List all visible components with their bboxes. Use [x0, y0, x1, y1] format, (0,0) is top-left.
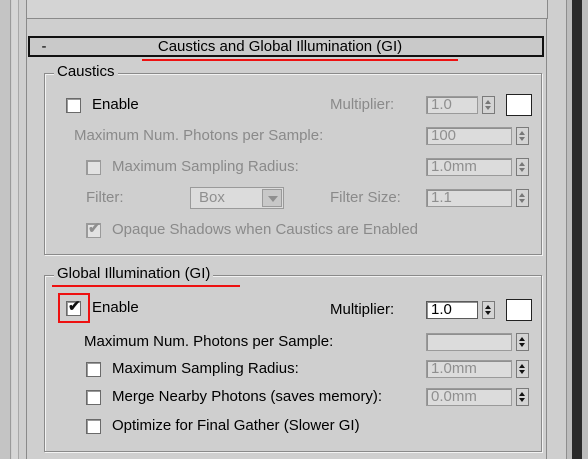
caustics-filter-size-label: Filter Size: [330, 189, 401, 206]
scrollbar-track[interactable] [572, 0, 582, 459]
collapse-icon[interactable]: - [30, 38, 58, 55]
gi-optimize-checkbox[interactable] [86, 419, 101, 434]
gi-max-photons-spinner[interactable] [516, 333, 529, 351]
annotation-box-enable [58, 293, 90, 323]
gi-multiplier-color-swatch[interactable] [506, 299, 532, 321]
gi-max-photons-label: Maximum Num. Photons per Sample: [84, 333, 334, 350]
right-scrollbar[interactable] [566, 0, 588, 459]
previous-rollout-bottom [26, 0, 548, 19]
caustics-filter-size-spinner[interactable] [516, 189, 529, 207]
gi-legend: Global Illumination (GI) [54, 266, 214, 282]
caustics-max-photons-label: Maximum Num. Photons per Sample: [74, 127, 324, 144]
left-panel-edge [0, 0, 11, 459]
caustics-multiplier-label: Multiplier: [330, 96, 395, 113]
gi-merge-photons-spinner[interactable] [516, 388, 529, 406]
left-panel-border [12, 0, 19, 459]
caustics-opaque-shadows-label: Opaque Shadows when Caustics are Enabled [112, 221, 419, 238]
caustics-max-radius-spinner[interactable] [516, 158, 529, 176]
gi-multiplier-field[interactable]: 1.0 [426, 301, 478, 319]
annotation-underline-gi [52, 285, 240, 287]
rollout-title[interactable]: Caustics and Global Illumination (GI) [58, 38, 502, 55]
gi-max-photons-field[interactable] [426, 333, 512, 351]
gi-max-radius-spinner[interactable] [516, 360, 529, 378]
caustics-legend: Caustics [54, 64, 118, 80]
gi-merge-photons-field[interactable]: 0.0mm [426, 388, 512, 406]
caustics-max-photons-field[interactable]: 100 [426, 127, 512, 145]
gi-merge-photons-label: Merge Nearby Photons (saves memory): [112, 388, 383, 405]
gi-multiplier-label: Multiplier: [330, 301, 395, 318]
caustics-multiplier-spinner[interactable] [482, 96, 495, 114]
caustics-filter-label: Filter: [86, 189, 124, 206]
gi-enable-label: Enable [92, 299, 139, 316]
caustics-multiplier-color-swatch[interactable] [506, 94, 532, 116]
caustics-multiplier-field[interactable]: 1.0 [426, 96, 478, 114]
panel-frame-right [546, 18, 547, 459]
caustics-filter-size-field[interactable]: 1.1 [426, 189, 512, 207]
caustics-max-photons-spinner[interactable] [516, 127, 529, 145]
checkmark-icon: ✔ [88, 220, 101, 237]
gi-multiplier-spinner[interactable] [482, 301, 495, 319]
caustics-max-radius-field[interactable]: 1.0mm [426, 158, 512, 176]
caustics-enable-label: Enable [92, 96, 139, 113]
gi-max-radius-field[interactable]: 1.0mm [426, 360, 512, 378]
caustics-max-radius-label: Maximum Sampling Radius: [112, 158, 299, 175]
chevron-down-icon[interactable] [262, 189, 282, 207]
gi-optimize-label: Optimize for Final Gather (Slower GI) [112, 417, 360, 434]
caustics-max-radius-checkbox[interactable] [86, 160, 101, 175]
caustics-filter-value: Box [199, 189, 225, 206]
gi-merge-photons-checkbox[interactable] [86, 390, 101, 405]
rollout-header-caustics-gi[interactable]: - Caustics and Global Illumination (GI) [28, 36, 544, 57]
caustics-filter-dropdown[interactable]: Box [190, 187, 284, 209]
annotation-underline-title [142, 59, 458, 61]
gi-max-radius-label: Maximum Sampling Radius: [112, 360, 299, 377]
caustics-opaque-shadows-checkbox[interactable]: ✔ [86, 220, 101, 238]
caustics-enable-checkbox[interactable] [66, 98, 81, 113]
panel-frame-left [26, 18, 27, 459]
gi-max-radius-checkbox[interactable] [86, 362, 101, 377]
